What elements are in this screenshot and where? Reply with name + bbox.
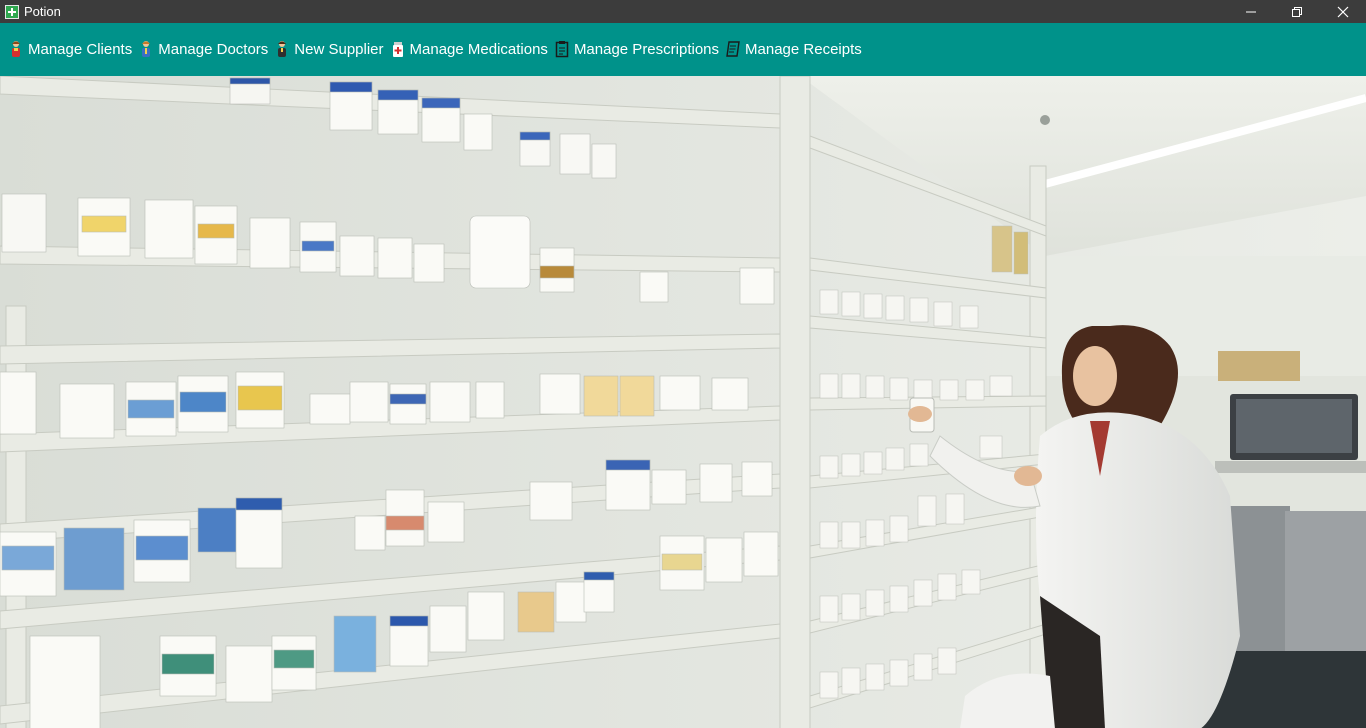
menu-label-manage-prescriptions: Manage Prescriptions <box>573 40 720 58</box>
restore-icon <box>1292 6 1302 17</box>
menu-label-manage-clients: Manage Clients <box>28 40 133 58</box>
doctor-person-icon <box>138 40 154 58</box>
client-person-icon <box>8 40 24 58</box>
main-menu-bar: Manage Clients Manage Doctors New Suppli… <box>0 23 1366 75</box>
minimize-icon <box>1246 11 1256 12</box>
menu-manage-prescriptions[interactable]: Manage Prescriptions <box>554 34 719 64</box>
minimize-button[interactable] <box>1228 0 1274 23</box>
window-controls <box>1228 0 1366 23</box>
menu-new-supplier[interactable]: New Supplier <box>274 34 384 64</box>
app-cross-icon <box>5 4 19 19</box>
menu-manage-clients[interactable]: Manage Clients <box>8 34 132 64</box>
menu-label-manage-doctors: Manage Doctors <box>158 40 269 58</box>
restore-button[interactable] <box>1274 0 1320 23</box>
menu-manage-receipts[interactable]: Manage Receipts <box>725 34 862 64</box>
main-content <box>0 75 1366 728</box>
close-icon <box>1337 6 1349 17</box>
title-bar: Potion <box>0 0 1366 23</box>
menu-label-manage-receipts: Manage Receipts <box>745 40 862 58</box>
close-button[interactable] <box>1320 0 1366 23</box>
receipt-icon <box>725 40 741 58</box>
menu-manage-medications[interactable]: Manage Medications <box>390 34 548 64</box>
menu-manage-doctors[interactable]: Manage Doctors <box>138 34 268 64</box>
supplier-person-icon <box>274 40 290 58</box>
prescription-clipboard-icon <box>554 40 570 58</box>
window-title: Potion <box>24 4 61 19</box>
menu-label-new-supplier: New Supplier <box>294 40 384 58</box>
pharmacy-shelves-photo <box>0 76 1366 728</box>
menu-label-manage-medications: Manage Medications <box>409 40 548 58</box>
medicine-bottle-icon <box>390 40 406 58</box>
